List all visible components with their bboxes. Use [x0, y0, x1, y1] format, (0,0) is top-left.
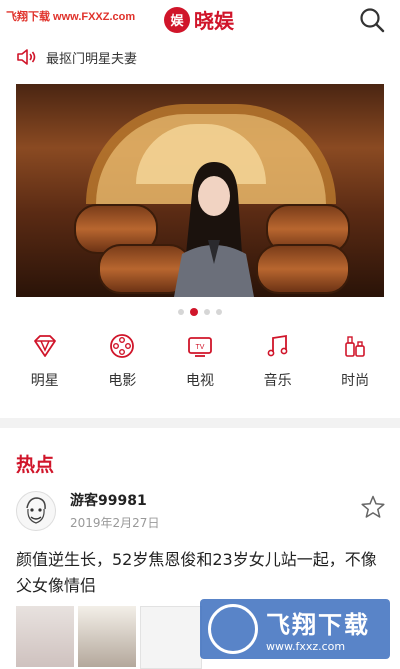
music-note-icon: [267, 334, 287, 357]
category-label: 时尚: [341, 373, 370, 389]
post-text[interactable]: 颜值逆生长，52岁焦恩俊和23岁女儿站一起，不像父女像情侣: [0, 531, 400, 599]
banner-image[interactable]: [16, 84, 384, 297]
logo-mark-icon: 娱: [164, 6, 190, 33]
carousel-dot[interactable]: [216, 309, 222, 315]
logo-text: 晓娱: [194, 9, 234, 33]
category-fashion[interactable]: 时尚: [323, 332, 387, 406]
film-reel-icon: [110, 334, 135, 358]
carousel-dot[interactable]: [204, 309, 210, 315]
watermark-url: www.fxxz.com: [266, 640, 346, 653]
category-label: 明星: [30, 373, 59, 389]
app-logo: 娱 晓娱: [164, 5, 234, 34]
speaker-icon: [17, 49, 36, 65]
person-photo: [174, 162, 254, 297]
username[interactable]: 游客99981: [70, 490, 159, 510]
post-images: [16, 606, 202, 669]
search-icon[interactable]: [358, 6, 386, 34]
svg-text:TV: TV: [196, 344, 205, 351]
diamond-icon: [33, 335, 56, 357]
category-label: 电视: [185, 373, 214, 389]
category-label: 电影: [108, 373, 137, 389]
section-divider: [0, 418, 400, 428]
barrel-decor: [256, 244, 350, 294]
top-bar: 飞翔下载 www.FXXZ.com 娱 晓娱: [0, 0, 400, 40]
category-label: 音乐: [263, 373, 292, 389]
category-movie[interactable]: 电影: [90, 332, 154, 406]
category-star[interactable]: 明星: [13, 332, 77, 406]
notice-bar[interactable]: 最抠门明星夫妻: [0, 40, 400, 74]
post-date: 2019年2月27日: [70, 516, 160, 530]
notice-text: 最抠门明星夫妻: [46, 51, 138, 67]
watermark-logo-icon: [208, 604, 258, 654]
carousel-dot[interactable]: [178, 309, 184, 315]
star-icon[interactable]: [360, 494, 386, 520]
watermark-bottom: 飞翔下载 www.fxxz.com: [200, 599, 390, 659]
post-image[interactable]: [78, 606, 136, 667]
perfume-icon: [345, 336, 365, 357]
section-title: 热点: [16, 454, 55, 476]
watermark-top: 飞翔下载 www.FXXZ.com: [6, 11, 136, 23]
category-nav: 明星 电影 TV 电视 音乐 时尚: [0, 318, 400, 406]
avatar[interactable]: [16, 490, 56, 531]
category-tv[interactable]: TV 电视: [168, 332, 232, 406]
carousel-dot-active[interactable]: [190, 308, 198, 316]
tv-icon: TV: [188, 337, 212, 357]
post-image[interactable]: [140, 606, 202, 669]
watermark-title: 飞翔下载: [266, 611, 370, 639]
post-header: 游客99981 2019年2月27日: [0, 480, 400, 531]
post-image[interactable]: [16, 606, 74, 667]
category-music[interactable]: 音乐: [246, 332, 310, 406]
carousel-indicator: [0, 306, 400, 318]
